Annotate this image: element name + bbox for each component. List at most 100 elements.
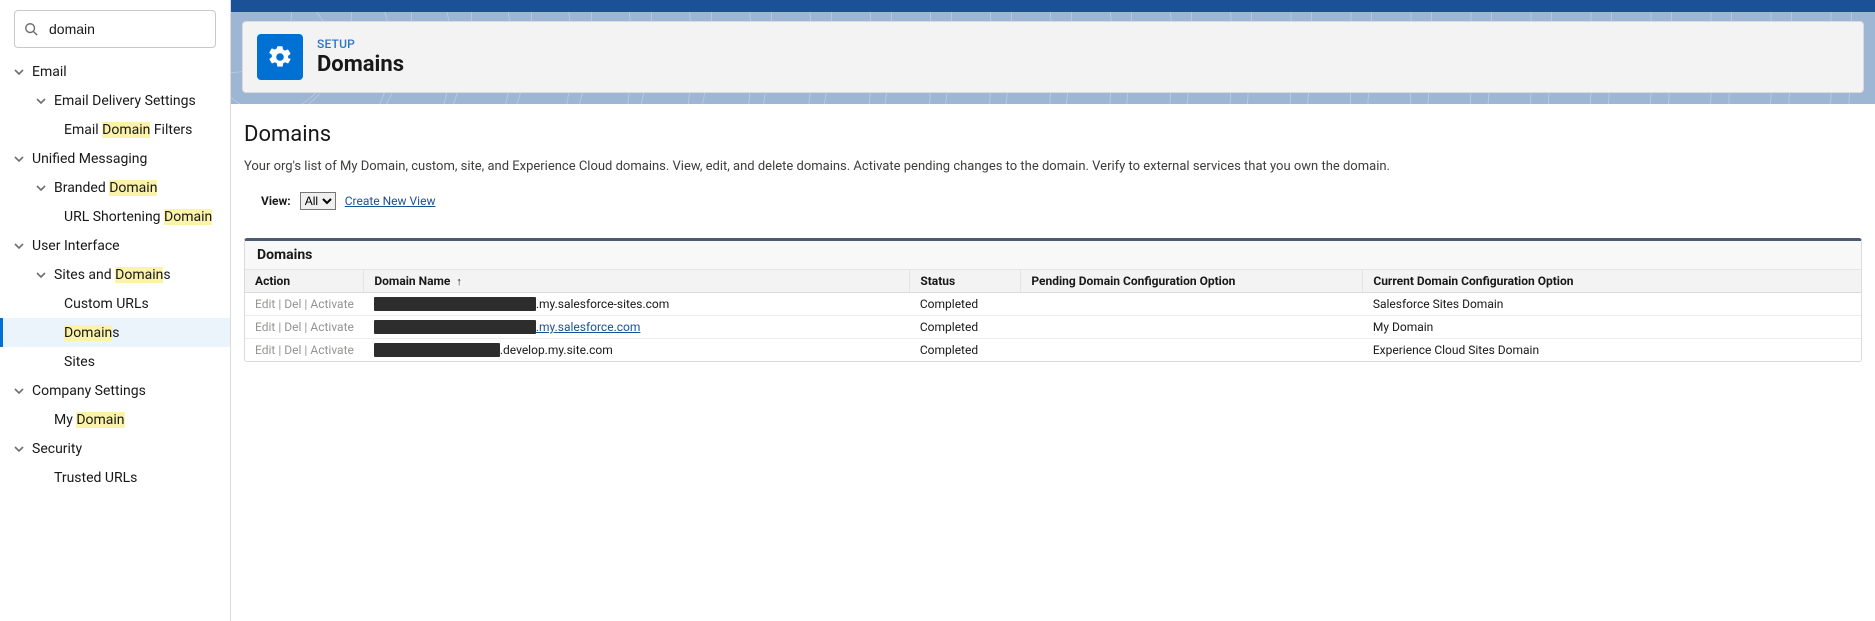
sidebar-item-my-domain[interactable]: My Domain xyxy=(0,405,230,434)
highlight: Domain xyxy=(115,267,163,283)
col-domain-name[interactable]: Domain Name↑ xyxy=(364,270,910,293)
sidebar-search xyxy=(14,10,216,48)
sidebar-item-trusted-urls[interactable]: Trusted URLs xyxy=(0,463,230,492)
current-cell: My Domain xyxy=(1363,316,1861,339)
sort-asc-icon: ↑ xyxy=(456,275,462,288)
table-row: Edit|Del|Activate.my.salesforce.comCompl… xyxy=(245,316,1861,339)
sidebar-item-label: User Interface xyxy=(32,238,120,254)
view-label: View: xyxy=(261,194,291,208)
current-cell: Salesforce Sites Domain xyxy=(1363,293,1861,316)
chevron-down-icon xyxy=(10,241,28,251)
sidebar-item-label: Sites and xyxy=(54,267,115,283)
chevron-down-icon xyxy=(32,270,50,280)
sidebar-item-label: Custom URLs xyxy=(64,296,149,312)
col-action[interactable]: Action xyxy=(245,270,364,293)
sidebar-item-label: Branded xyxy=(54,180,109,196)
table-row: Edit|Del|Activate.my.salesforce-sites.co… xyxy=(245,293,1861,316)
domain-name: .develop.my.site.com xyxy=(500,343,613,357)
sidebar-item-company-settings[interactable]: Company Settings xyxy=(0,376,230,405)
view-row: View: All Create New View xyxy=(261,192,1862,210)
chevron-down-icon xyxy=(10,386,28,396)
col-current[interactable]: Current Domain Configuration Option xyxy=(1363,270,1861,293)
search-input[interactable] xyxy=(14,10,216,48)
search-icon xyxy=(24,22,38,36)
view-select[interactable]: All xyxy=(300,192,336,210)
chevron-down-icon xyxy=(32,96,50,106)
chevron-down-icon xyxy=(10,444,28,454)
domains-table: Action Domain Name↑ Status Pending Domai… xyxy=(245,270,1861,361)
chevron-down-icon xyxy=(32,183,50,193)
gear-icon xyxy=(257,34,303,80)
section-description: Your org's list of My Domain, custom, si… xyxy=(244,159,1862,174)
activate-link[interactable]: Activate xyxy=(310,297,354,311)
sidebar-item-sites-and-domains[interactable]: Sites and Domains xyxy=(0,260,230,289)
sidebar-item-label: s xyxy=(112,325,119,341)
highlight: Domain xyxy=(64,325,112,341)
sidebar-item-label: Filters xyxy=(150,122,192,138)
brand-stripe xyxy=(231,0,1875,12)
sidebar-item-label: Email xyxy=(64,122,102,138)
sidebar-item-url-shortening-domain[interactable]: URL Shortening Domain xyxy=(0,202,230,231)
status-cell: Completed xyxy=(910,316,1021,339)
sidebar-item-label: s xyxy=(163,267,170,283)
sidebar-item-label: Company Settings xyxy=(32,383,146,399)
status-cell: Completed xyxy=(910,339,1021,362)
highlight: Domain xyxy=(109,180,157,196)
del-link[interactable]: Del xyxy=(284,343,301,357)
col-status[interactable]: Status xyxy=(910,270,1021,293)
chevron-down-icon xyxy=(10,154,28,164)
sidebar-item-user-interface[interactable]: User Interface xyxy=(0,231,230,260)
sidebar-item-label: Sites xyxy=(64,354,95,370)
pending-cell xyxy=(1021,339,1363,362)
chevron-down-icon xyxy=(10,67,28,77)
highlight: Domain xyxy=(76,412,124,428)
edit-link[interactable]: Edit xyxy=(255,297,275,311)
sidebar-item-security[interactable]: Security xyxy=(0,434,230,463)
del-link[interactable]: Del xyxy=(284,297,301,311)
page-title: Domains xyxy=(317,52,404,77)
status-cell: Completed xyxy=(910,293,1021,316)
sidebar-item-email[interactable]: Email xyxy=(0,57,230,86)
sidebar-item-label: Email Delivery Settings xyxy=(54,93,196,109)
domain-name: .my.salesforce-sites.com xyxy=(536,297,669,311)
sidebar-item-branded-domain[interactable]: Branded Domain xyxy=(0,173,230,202)
redacted-domain-prefix xyxy=(374,343,500,357)
sidebar-item-label: Email xyxy=(32,64,67,80)
table-row: Edit|Del|Activate.develop.my.site.comCom… xyxy=(245,339,1861,362)
sidebar-item-label: Security xyxy=(32,441,82,457)
sidebar-item-custom-urls[interactable]: Custom URLs xyxy=(0,289,230,318)
edit-link[interactable]: Edit xyxy=(255,320,275,334)
sidebar-item-label: URL Shortening xyxy=(64,209,164,225)
main: SETUP Domains Domains Your org's list of… xyxy=(231,0,1875,621)
pending-cell xyxy=(1021,316,1363,339)
sidebar-item-label: Trusted URLs xyxy=(54,470,137,486)
col-pending[interactable]: Pending Domain Configuration Option xyxy=(1021,270,1363,293)
domain-name[interactable]: .my.salesforce.com xyxy=(536,320,641,334)
section-title: Domains xyxy=(244,122,1862,147)
current-cell: Experience Cloud Sites Domain xyxy=(1363,339,1861,362)
domains-table-card: Domains Action Domain Name↑ Status Pendi… xyxy=(244,238,1862,362)
sidebar-item-email-delivery[interactable]: Email Delivery Settings xyxy=(0,86,230,115)
sidebar-item-sites[interactable]: Sites xyxy=(0,347,230,376)
activate-link[interactable]: Activate xyxy=(310,343,354,357)
table-card-title: Domains xyxy=(245,241,1861,270)
redacted-domain-prefix xyxy=(374,297,536,311)
sidebar-item-unified-messaging[interactable]: Unified Messaging xyxy=(0,144,230,173)
activate-link[interactable]: Activate xyxy=(310,320,354,334)
header-band: SETUP Domains xyxy=(231,12,1875,104)
redacted-domain-prefix xyxy=(374,320,536,334)
sidebar-item-domains[interactable]: Domains xyxy=(0,318,230,347)
edit-link[interactable]: Edit xyxy=(255,343,275,357)
sidebar-item-label: Unified Messaging xyxy=(32,151,147,167)
sidebar: Email Email Delivery Settings Email Doma… xyxy=(0,0,231,621)
header-eyebrow: SETUP xyxy=(317,37,404,51)
content: Domains Your org's list of My Domain, cu… xyxy=(231,104,1875,362)
pending-cell xyxy=(1021,293,1363,316)
sidebar-item-email-domain-filters[interactable]: Email Domain Filters xyxy=(0,115,230,144)
sidebar-nav: Email Email Delivery Settings Email Doma… xyxy=(0,57,230,492)
sidebar-item-label: My xyxy=(54,412,76,428)
highlight: Domain xyxy=(102,122,150,138)
del-link[interactable]: Del xyxy=(284,320,301,334)
create-new-view-link[interactable]: Create New View xyxy=(345,194,436,208)
highlight: Domain xyxy=(164,209,212,225)
